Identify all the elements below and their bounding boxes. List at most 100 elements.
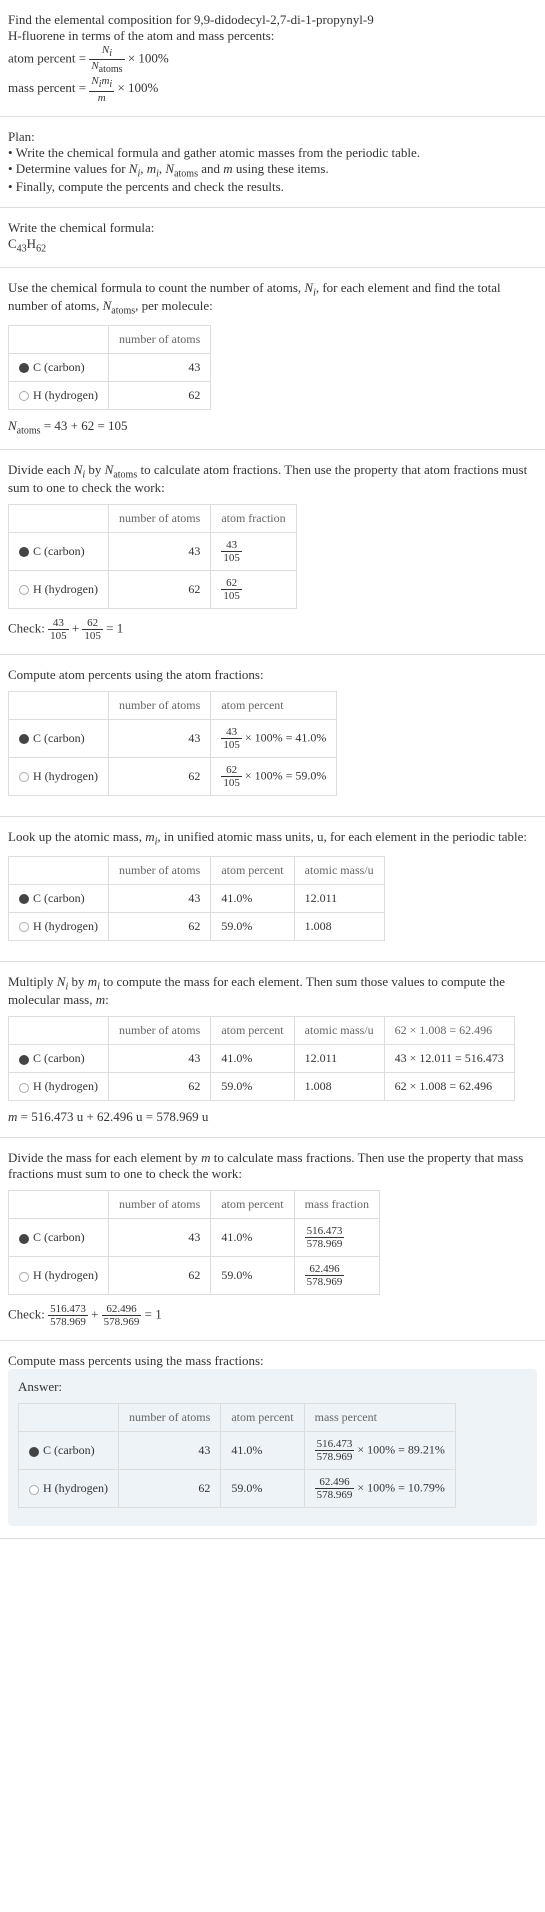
intro-section: Find the elemental composition for 9,9-d… bbox=[0, 0, 545, 117]
table-row: C (carbon)4341.0%12.01143 × 12.011 = 516… bbox=[9, 1045, 515, 1073]
t: + bbox=[69, 621, 83, 636]
val: 43 bbox=[118, 1432, 220, 1470]
col-header: mass fraction bbox=[294, 1191, 379, 1219]
answer-box: Answer: number of atomsatom percentmass … bbox=[8, 1369, 537, 1526]
n: 62.496 bbox=[305, 1263, 345, 1276]
check-line: Check: 516.473578.969 + 62.496578.969 = … bbox=[8, 1303, 537, 1328]
carbon-dot-icon bbox=[19, 363, 29, 373]
c: C bbox=[8, 236, 17, 251]
t: = 1 bbox=[103, 621, 123, 636]
label: mass percent = bbox=[8, 80, 89, 95]
el: C (carbon) bbox=[33, 1051, 85, 1065]
hydrogen-dot-icon bbox=[19, 922, 29, 932]
val: 43 bbox=[108, 720, 210, 758]
hydrogen-dot-icon bbox=[19, 1083, 29, 1093]
plan-title: Plan: bbox=[8, 129, 537, 145]
t: Check: bbox=[8, 621, 48, 636]
val: 12.011 bbox=[294, 1045, 384, 1073]
col-header: number of atoms bbox=[108, 856, 210, 884]
atompct-table: number of atomsatom percent C (carbon)43… bbox=[8, 691, 337, 796]
val: 62 bbox=[108, 912, 210, 940]
val: 43 bbox=[108, 884, 210, 912]
text: • Determine values for bbox=[8, 161, 129, 176]
table-row: C (carbon)4341.0%516.473578.969 × 100% =… bbox=[19, 1432, 456, 1470]
val: 62 bbox=[118, 1470, 220, 1508]
col-header: atomic mass/u bbox=[294, 856, 384, 884]
val: 41.0% bbox=[211, 1045, 294, 1073]
t: = 1 bbox=[141, 1307, 161, 1322]
t: Look up the atomic mass, bbox=[8, 829, 145, 844]
val: 43 × 12.011 = 516.473 bbox=[384, 1045, 514, 1073]
el: H (hydrogen) bbox=[33, 388, 98, 402]
chemical-formula: C43H62 bbox=[8, 236, 537, 255]
val: 59.0% bbox=[211, 912, 294, 940]
d: 105 bbox=[221, 552, 242, 564]
massfrac-text: Divide the mass for each element by m to… bbox=[8, 1150, 537, 1182]
hydrogen-dot-icon bbox=[19, 1272, 29, 1282]
plan-bullet: • Write the chemical formula and gather … bbox=[8, 145, 537, 161]
atomic-text: Look up the atomic mass, mi, in unified … bbox=[8, 829, 537, 848]
table-row: C (carbon)4341.0%12.011 bbox=[9, 884, 385, 912]
col-header: atom percent bbox=[211, 856, 294, 884]
n: 62 bbox=[82, 617, 103, 630]
col-header: number of atoms bbox=[108, 1191, 210, 1219]
n: 516.473 bbox=[48, 1303, 88, 1316]
val: 12.011 bbox=[294, 884, 384, 912]
d: 578.969 bbox=[305, 1238, 345, 1250]
n: 62.496 bbox=[315, 1476, 355, 1489]
d: 105 bbox=[221, 590, 242, 602]
h: H bbox=[27, 236, 36, 251]
val: 41.0% bbox=[211, 1219, 294, 1257]
t: Use the chemical formula to count the nu… bbox=[8, 280, 304, 295]
n: 62 bbox=[221, 577, 242, 590]
col-header: number of atoms bbox=[108, 1017, 210, 1045]
col-header: number of atoms bbox=[108, 692, 210, 720]
t: , in unified atomic mass units, u, for e… bbox=[157, 829, 527, 844]
col-header: atom percent bbox=[211, 1191, 294, 1219]
mult-table: number of atomsatom percentatomic mass/u… bbox=[8, 1016, 515, 1101]
r: × 100% = 89.21% bbox=[354, 1443, 445, 1457]
el: C (carbon) bbox=[43, 1443, 95, 1457]
hydrogen-dot-icon bbox=[19, 585, 29, 595]
el: C (carbon) bbox=[33, 360, 85, 374]
d: 578.969 bbox=[48, 1316, 88, 1328]
val: 1.008 bbox=[294, 1073, 384, 1101]
val: 43 bbox=[108, 1219, 210, 1257]
val: 62 bbox=[108, 1073, 210, 1101]
d: 578.969 bbox=[305, 1276, 345, 1288]
col-header: atomic mass/u bbox=[294, 1017, 384, 1045]
table-row: H (hydrogen)6262105 bbox=[9, 571, 297, 609]
mass-percent-formula: mass percent = Nimim × 100% bbox=[8, 75, 537, 103]
val: 62 bbox=[108, 381, 210, 409]
atompct-text: Compute atom percents using the atom fra… bbox=[8, 667, 537, 683]
carbon-dot-icon bbox=[19, 1055, 29, 1065]
el: H (hydrogen) bbox=[33, 582, 98, 596]
el: C (carbon) bbox=[33, 1230, 85, 1244]
val: 62 bbox=[108, 758, 210, 796]
el: H (hydrogen) bbox=[33, 1268, 98, 1282]
carbon-dot-icon bbox=[19, 1234, 29, 1244]
plan-bullet: • Determine values for Ni, mi, Natoms an… bbox=[8, 161, 537, 180]
d: 105 bbox=[221, 739, 242, 751]
m-calc: m = 516.473 u + 62.496 u = 578.969 u bbox=[8, 1109, 537, 1125]
val: 59.0% bbox=[221, 1470, 304, 1508]
el: C (carbon) bbox=[33, 544, 85, 558]
plan-section: Plan: • Write the chemical formula and g… bbox=[0, 117, 545, 209]
masspct-section: Compute mass percents using the mass fra… bbox=[0, 1341, 545, 1539]
table-row: C (carbon)43 bbox=[9, 353, 211, 381]
masspct-text: Compute mass percents using the mass fra… bbox=[8, 1353, 537, 1369]
natoms-calc: Natoms = 43 + 62 = 105 bbox=[8, 418, 537, 437]
n: 516.473 bbox=[315, 1438, 355, 1451]
masspct-table: number of atomsatom percentmass percent … bbox=[18, 1403, 456, 1508]
text: using these items. bbox=[233, 161, 329, 176]
check-line: Check: 43105 + 62105 = 1 bbox=[8, 617, 537, 642]
val: 43 bbox=[108, 533, 210, 571]
atomfrac-section: Divide each Ni by Natoms to calculate at… bbox=[0, 450, 545, 656]
answer-label: Answer: bbox=[18, 1379, 527, 1395]
t: Multiply bbox=[8, 974, 57, 989]
n: 43 bbox=[221, 726, 242, 739]
d: 105 bbox=[48, 630, 69, 642]
intro-text: Find the elemental composition for 9,9-d… bbox=[8, 12, 537, 28]
val: 41.0% bbox=[211, 884, 294, 912]
t: Check: bbox=[8, 1307, 48, 1322]
